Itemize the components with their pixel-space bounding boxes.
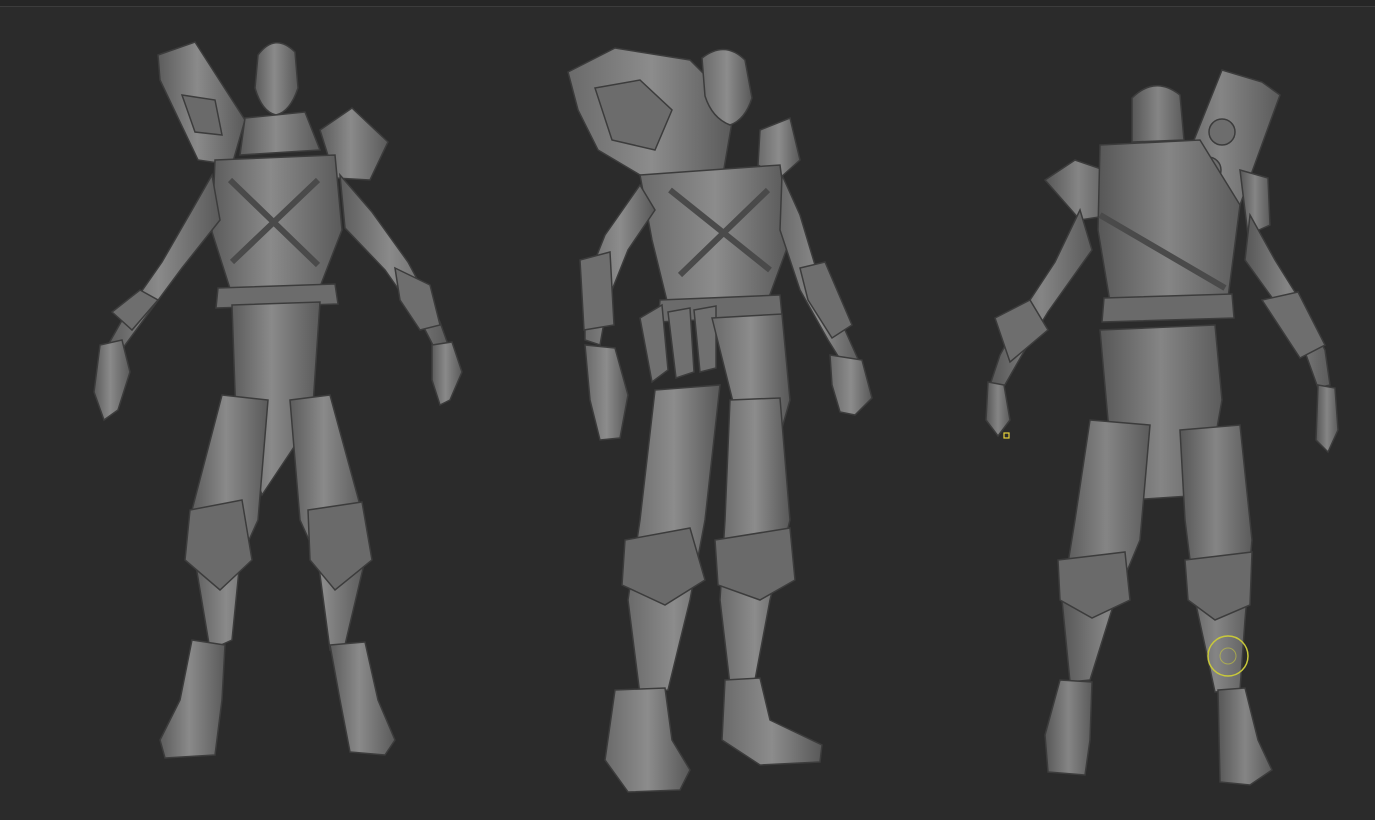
left-boot: [159, 639, 226, 759]
right-bracer: [394, 266, 441, 331]
belt-pouch: [693, 305, 717, 373]
torso: [639, 164, 791, 306]
viewport-canvas[interactable]: [0, 0, 1375, 820]
right-boot: [1217, 687, 1273, 786]
back-view-figure[interactable]: [985, 69, 1339, 786]
right-bracer: [799, 261, 853, 340]
device-disc: [1208, 118, 1236, 146]
right-knee-guard: [307, 501, 373, 592]
front-view-figure[interactable]: [93, 41, 463, 759]
right-bracer: [1260, 291, 1327, 359]
three-quarter-view-figure[interactable]: [567, 47, 873, 793]
pivot-marker-icon[interactable]: [1003, 432, 1010, 439]
left-hand: [93, 339, 131, 422]
left-leg: [1061, 419, 1151, 683]
left-bracer: [579, 251, 615, 331]
head: [254, 42, 299, 116]
right-hand: [1315, 384, 1339, 454]
head: [1131, 85, 1185, 143]
left-arm: [106, 172, 221, 353]
right-hand: [829, 354, 873, 416]
belt-pouch: [639, 303, 669, 384]
right-boot: [721, 677, 823, 766]
left-boot: [1044, 679, 1093, 776]
3d-viewport[interactable]: [0, 0, 1375, 820]
right-arm: [339, 172, 451, 356]
right-boot: [329, 641, 396, 756]
left-hand: [985, 381, 1011, 438]
collar: [239, 111, 322, 156]
left-boot: [604, 687, 691, 793]
right-hand: [431, 341, 463, 407]
left-hand: [584, 344, 629, 441]
left-knee-guard: [184, 499, 253, 592]
belt: [1101, 293, 1235, 323]
left-arm: [989, 207, 1093, 391]
belt-pouch: [667, 307, 695, 380]
